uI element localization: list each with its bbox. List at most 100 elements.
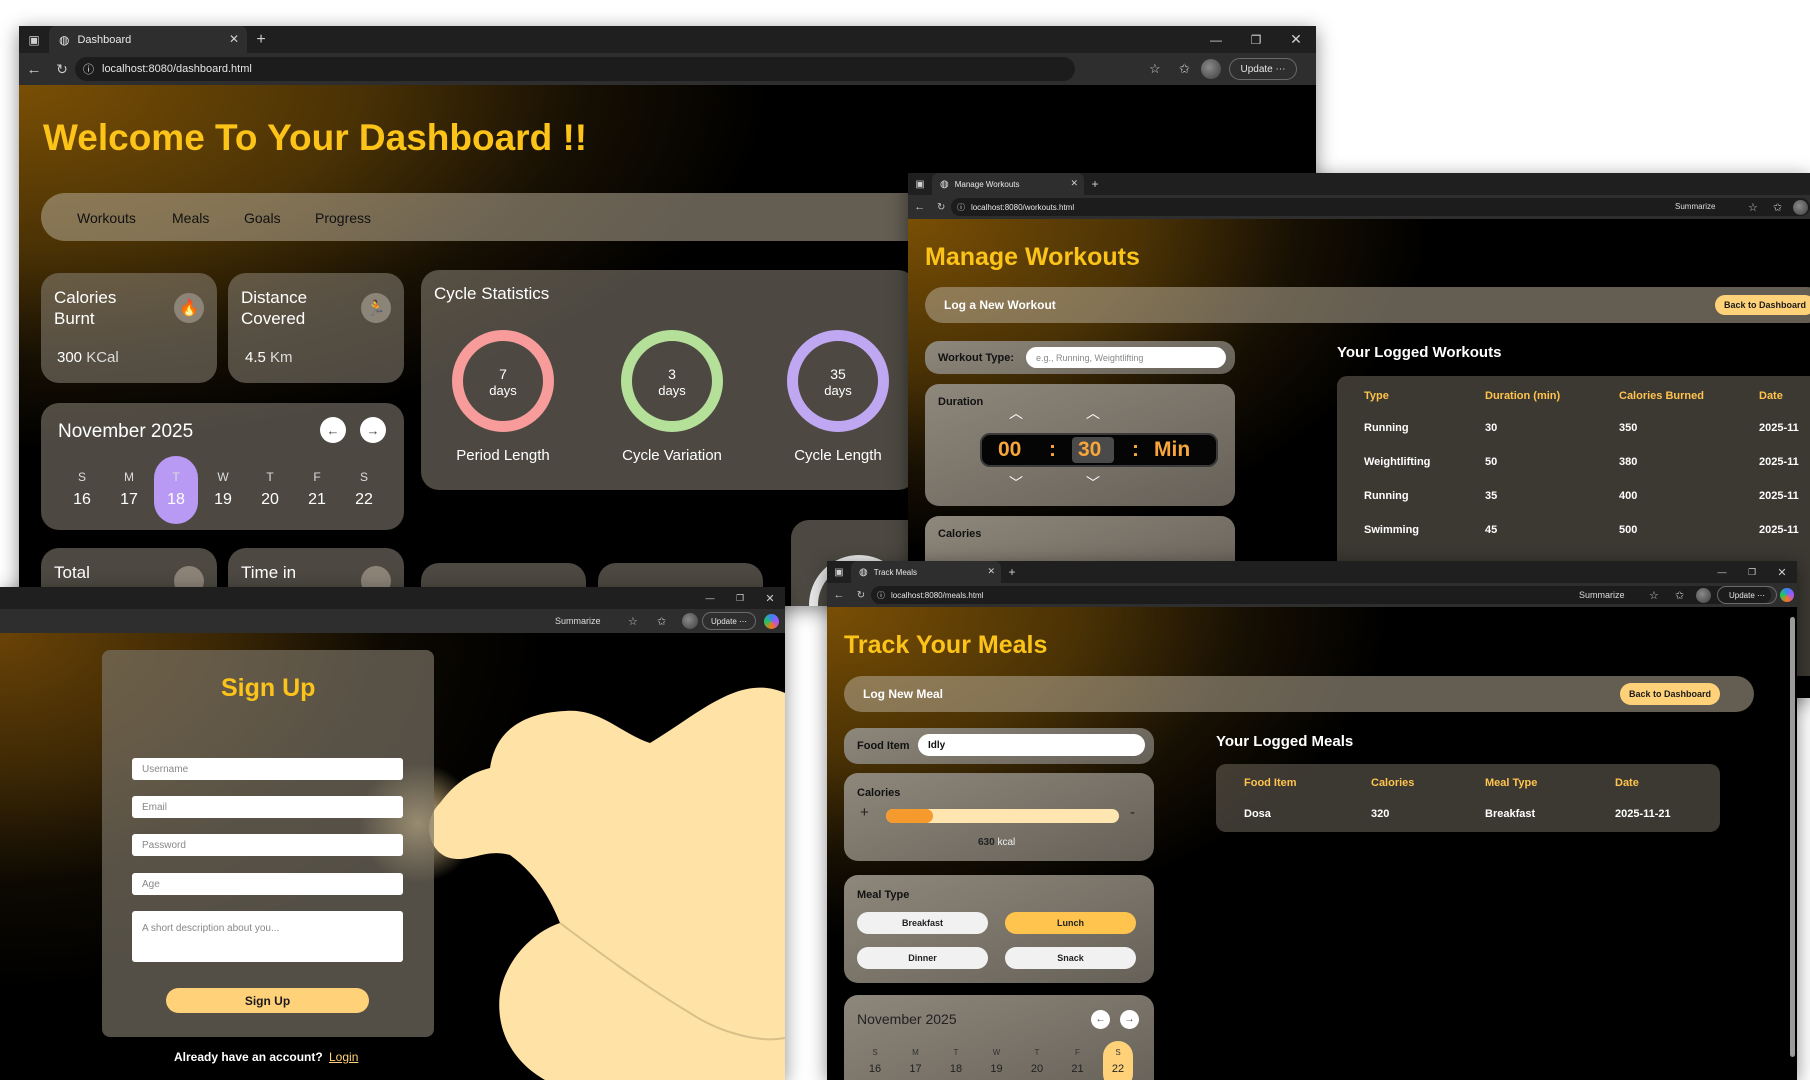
tab-track-meals[interactable]: ◍ Track Meals ✕: [851, 561, 1001, 583]
url-field[interactable]: ⓘ localhost:8080/dashboard.html: [75, 57, 1075, 81]
update-button[interactable]: Update ⋯: [1717, 586, 1777, 604]
calendar-day[interactable]: 20: [245, 491, 295, 509]
maximize-icon[interactable]: ❐: [1737, 567, 1767, 578]
close-tab-icon[interactable]: ✕: [987, 566, 995, 577]
maximize-icon[interactable]: ❐: [725, 593, 755, 604]
calendar-day[interactable]: 19: [198, 491, 248, 509]
back-to-dashboard-button[interactable]: Back to Dashboard: [1715, 295, 1810, 315]
close-window-icon[interactable]: ✕: [1276, 31, 1316, 48]
nav-workouts[interactable]: Workouts: [77, 210, 136, 226]
collections-icon[interactable]: ✩: [657, 615, 666, 628]
copilot-icon[interactable]: [1780, 588, 1794, 602]
tab-actions-icon[interactable]: ▣: [827, 567, 851, 578]
profile-avatar[interactable]: [1201, 59, 1221, 79]
nav-progress[interactable]: Progress: [315, 210, 371, 226]
email-field[interactable]: Email: [132, 796, 403, 818]
username-field[interactable]: Username: [132, 758, 403, 780]
workout-type-input[interactable]: e.g., Running, Weightlifting: [1026, 347, 1226, 368]
tab-manage-workouts[interactable]: ◍ Manage Workouts ✕: [932, 173, 1084, 195]
summarize-button[interactable]: Summarize: [1579, 590, 1625, 600]
close-window-icon[interactable]: ✕: [755, 592, 785, 605]
meal-type-breakfast[interactable]: Breakfast: [857, 912, 988, 934]
minimize-icon[interactable]: —: [1707, 567, 1737, 577]
meal-calendar-day[interactable]: 22: [1100, 1063, 1136, 1075]
hours-value[interactable]: 00: [998, 438, 1021, 462]
login-link[interactable]: Login: [329, 1050, 358, 1064]
description-field[interactable]: A short description about you...: [132, 911, 403, 962]
profile-avatar[interactable]: [1793, 199, 1808, 215]
back-icon[interactable]: ←: [19, 61, 49, 78]
back-icon[interactable]: ←: [908, 201, 931, 213]
table-cell: Breakfast: [1485, 808, 1536, 820]
calories-minus-icon[interactable]: -: [1130, 804, 1135, 821]
url-text: localhost:8080/meals.html: [891, 590, 984, 600]
summarize-button[interactable]: Summarize: [555, 616, 601, 626]
back-to-dashboard-button[interactable]: Back to Dashboard: [1620, 683, 1720, 705]
meal-calendar-day[interactable]: 20: [1019, 1063, 1055, 1075]
calendar-day[interactable]: 17: [104, 491, 154, 509]
food-item-input[interactable]: Idly: [918, 734, 1145, 756]
profile-avatar[interactable]: [1696, 587, 1711, 603]
minimize-icon[interactable]: —: [695, 593, 725, 603]
minimize-icon[interactable]: —: [1196, 33, 1236, 47]
tab-actions-icon[interactable]: ▣: [908, 179, 932, 190]
close-tab-icon[interactable]: ✕: [1070, 178, 1078, 189]
address-bar: ← ↻ ⓘ localhost:8080/workouts.html Summa…: [908, 195, 1810, 219]
hours-up-icon[interactable]: ︿: [1009, 403, 1023, 423]
meal-calendar-day[interactable]: 18: [938, 1063, 974, 1075]
tab-dashboard[interactable]: ◍ Dashboard ✕: [49, 26, 247, 53]
colon-1: :: [1049, 438, 1056, 461]
tab-bar: ▣ ◍ Dashboard ✕ + — ❐ ✕: [19, 26, 1316, 53]
meal-calendar-day[interactable]: 19: [979, 1063, 1015, 1075]
meal-calendar-next-button[interactable]: →: [1120, 1010, 1139, 1029]
calendar-day[interactable]: 18: [151, 491, 201, 509]
calories-plus-icon[interactable]: +: [860, 804, 869, 821]
favorite-icon[interactable]: ☆: [1649, 589, 1659, 602]
tab-actions-icon[interactable]: ▣: [19, 26, 49, 53]
minutes-up-icon[interactable]: ︿: [1086, 403, 1100, 423]
refresh-icon[interactable]: ↻: [931, 202, 951, 213]
meal-calendar-day[interactable]: 16: [857, 1063, 893, 1075]
close-window-icon[interactable]: ✕: [1767, 566, 1797, 579]
hours-down-icon[interactable]: ﹀: [1009, 473, 1023, 493]
favorite-icon[interactable]: ☆: [1748, 201, 1758, 214]
minutes-down-icon[interactable]: ﹀: [1086, 473, 1100, 493]
meal-type-lunch[interactable]: Lunch: [1005, 912, 1136, 934]
meal-calendar-prev-button[interactable]: ←: [1091, 1010, 1110, 1029]
new-tab-icon[interactable]: +: [1001, 565, 1023, 579]
nav-goals[interactable]: Goals: [244, 210, 281, 226]
new-tab-icon[interactable]: +: [1084, 177, 1106, 191]
summarize-button[interactable]: Summarize: [1675, 202, 1715, 211]
new-tab-icon[interactable]: +: [247, 31, 275, 49]
favorite-icon[interactable]: ☆: [628, 615, 638, 628]
nav-meals[interactable]: Meals: [172, 210, 209, 226]
collections-icon[interactable]: ✩: [1675, 589, 1684, 602]
meal-calendar-day[interactable]: 17: [898, 1063, 934, 1075]
scrollbar[interactable]: [1790, 617, 1795, 1057]
calendar-next-button[interactable]: →: [360, 417, 386, 443]
maximize-icon[interactable]: ❐: [1236, 33, 1276, 47]
password-field[interactable]: Password: [132, 834, 403, 856]
close-tab-icon[interactable]: ✕: [229, 32, 239, 46]
url-field[interactable]: ⓘ localhost:8080/meals.html: [871, 586, 1771, 604]
meal-calendar-day[interactable]: 21: [1060, 1063, 1096, 1075]
calendar-day[interactable]: 16: [57, 491, 107, 509]
collections-icon[interactable]: ✩: [1179, 61, 1190, 77]
meal-type-snack[interactable]: Snack: [1005, 947, 1136, 969]
update-button[interactable]: Update ⋯: [702, 612, 756, 630]
collections-icon[interactable]: ✩: [1773, 201, 1782, 214]
calories-label: Calories Burnt: [54, 287, 116, 329]
copilot-icon[interactable]: [764, 613, 779, 629]
profile-avatar[interactable]: [682, 613, 698, 629]
signup-button[interactable]: Sign Up: [166, 988, 369, 1013]
age-field[interactable]: Age: [132, 873, 403, 895]
meal-type-dinner[interactable]: Dinner: [857, 947, 988, 969]
refresh-icon[interactable]: ↻: [49, 61, 75, 78]
favorite-icon[interactable]: ☆: [1149, 61, 1161, 77]
calendar-day[interactable]: 22: [339, 491, 389, 509]
calendar-prev-button[interactable]: ←: [320, 417, 346, 443]
back-icon[interactable]: ←: [827, 589, 851, 601]
calendar-day[interactable]: 21: [292, 491, 342, 509]
update-button[interactable]: Update ⋯: [1229, 58, 1297, 80]
refresh-icon[interactable]: ↻: [851, 590, 871, 601]
